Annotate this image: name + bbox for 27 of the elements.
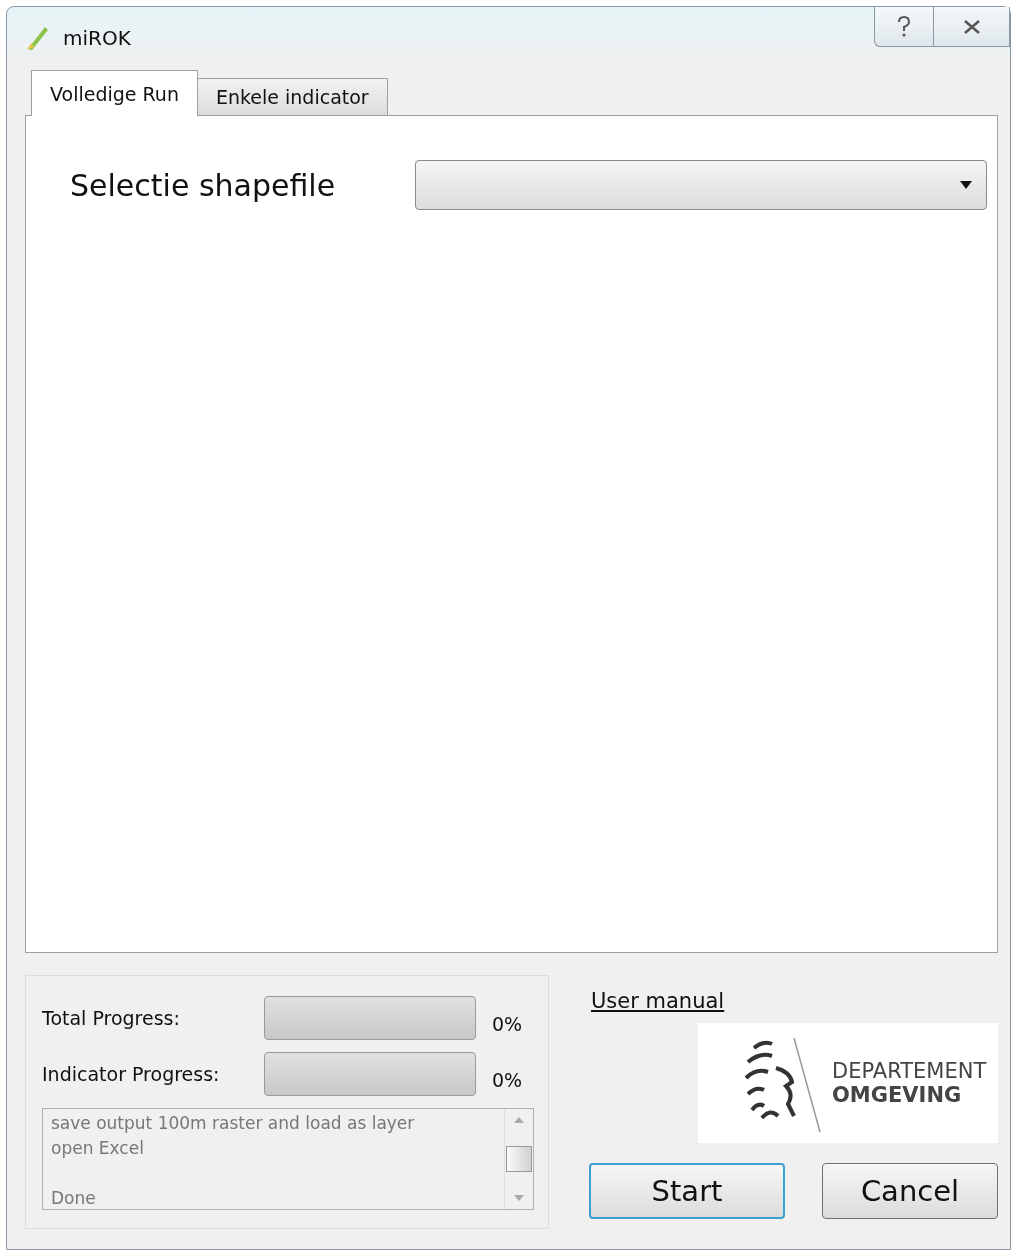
log-line: Done bbox=[51, 1187, 97, 1210]
window-title: miROK bbox=[63, 26, 131, 50]
cancel-button[interactable]: Cancel bbox=[822, 1163, 998, 1219]
close-icon bbox=[962, 18, 981, 35]
tab[interactable]: Enkele indicator bbox=[196, 78, 388, 116]
pencil-leaf-icon bbox=[25, 25, 49, 51]
progress-reading: 0% bbox=[492, 1069, 523, 1091]
help-icon bbox=[896, 15, 912, 38]
logo-text: DEPARTEMENT bbox=[832, 1059, 987, 1083]
scrollbar[interactable] bbox=[504, 1109, 533, 1209]
start-button[interactable]: Start bbox=[589, 1163, 785, 1219]
user-manual-link[interactable]: User manual bbox=[591, 989, 725, 1013]
shapefile-dropdown[interactable] bbox=[415, 160, 987, 210]
progress-label: Total Progress: bbox=[42, 1007, 181, 1029]
close-button[interactable] bbox=[934, 7, 1010, 47]
log-line: open Excel bbox=[51, 1137, 145, 1160]
scroll-up-icon bbox=[514, 1117, 524, 1123]
scroll-down-icon bbox=[514, 1195, 524, 1201]
logo-text: OMGEVING bbox=[832, 1083, 963, 1107]
help-button[interactable] bbox=[874, 7, 934, 47]
tab[interactable]: Volledige Run bbox=[31, 70, 198, 116]
scroll-thumb[interactable] bbox=[506, 1146, 532, 1172]
caret-icon bbox=[960, 181, 972, 189]
field-label: Selectie shapefile bbox=[70, 168, 336, 203]
log-line: save output 100m raster and load as layer bbox=[51, 1112, 416, 1135]
progress-reading: 0% bbox=[492, 1013, 523, 1035]
progress-label: Indicator Progress: bbox=[42, 1063, 221, 1085]
